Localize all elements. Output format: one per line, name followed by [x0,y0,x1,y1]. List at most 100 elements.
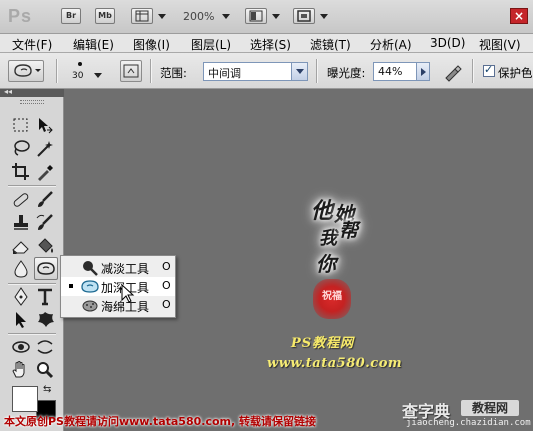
paint-bucket-tool[interactable] [34,235,56,256]
menu-image[interactable]: 图像(I) [133,36,170,53]
toolbox-separator [8,185,56,186]
menu-3d[interactable]: 3D(D) [430,36,465,50]
path-selection-tool[interactable] [10,309,32,330]
menu-filter[interactable]: 滤镜(T) [310,36,351,53]
flyout-item-sponge[interactable]: 海绵工具 O [61,296,175,315]
arrange-dropdown-icon[interactable] [272,14,280,19]
menu-bar: 文件(F) 编辑(E) 图像(I) 图层(L) 选择(S) 滤镜(T) 分析(A… [0,34,533,53]
history-brush-tool[interactable] [34,212,56,233]
protect-tones-checkbox[interactable] [483,63,495,77]
brush-preset-picker[interactable]: 30 [66,60,106,86]
burn-icon [37,262,55,275]
flyout-item-burn[interactable]: 加深工具 O [61,277,175,296]
toning-tools-flyout: 减淡工具 O 加深工具 O 海绵工具 O [60,255,176,318]
paint-bucket-icon [38,238,53,253]
eraser-tool[interactable] [10,235,32,256]
bridge-button[interactable]: Br [61,8,81,24]
exposure-slider-button[interactable] [416,62,430,81]
menu-edit[interactable]: 编辑(E) [73,36,114,53]
menu-file[interactable]: 文件(F) [12,36,52,53]
mouse-cursor-icon [121,284,135,303]
foreground-color-swatch[interactable] [12,386,38,412]
screen-mode-button[interactable] [293,8,315,24]
magic-wand-tool[interactable] [34,138,56,159]
view-extras-button[interactable] [131,8,153,24]
eyedropper-icon [38,165,53,181]
zoom-level[interactable]: 200% [183,10,214,23]
burn-tool-preset-icon [14,64,41,77]
stamp-icon [14,215,28,230]
options-separator [316,59,317,83]
arrange-documents-button[interactable] [245,8,267,24]
screen-mode-icon [297,10,311,22]
menu-layer[interactable]: 图层(L) [191,36,231,53]
range-select[interactable]: 中间调 [203,62,308,81]
mini-bridge-button[interactable]: Mb [95,8,115,24]
3d-rotate-tool[interactable] [10,336,32,357]
artwork-word-bang: 帮 [339,220,359,242]
toolbox-grip[interactable] [20,100,44,104]
swap-colors-icon[interactable]: ⇆ [43,384,51,395]
options-separator [150,59,151,83]
blur-tool[interactable] [10,258,32,279]
bandage-icon [13,193,29,207]
airbrush-icon [445,65,462,82]
site-watermark: 查字典 教程网 jiaocheng.chazidian.com [398,398,533,431]
exposure-input[interactable]: 44% [373,62,417,81]
photoshop-logo: Ps [8,6,33,26]
close-button[interactable]: × [510,8,528,24]
toolbox-separator [8,283,56,284]
artwork-word-ni: 你 [316,252,336,276]
shape-icon [38,312,54,327]
tool-preset-picker[interactable] [8,60,44,82]
zoom-tool[interactable] [34,359,56,380]
type-tool[interactable] [34,286,56,307]
red-seal-stamp: 祝福 [313,279,351,319]
eyedropper-tool[interactable] [34,161,56,182]
brush-panel-toggle[interactable] [120,60,142,82]
flyout-item-dodge[interactable]: 减淡工具 O [61,258,175,277]
brush-tip-icon [78,62,82,66]
brush-icon [38,191,53,207]
lasso-icon [14,140,30,156]
move-tool[interactable] [34,115,56,136]
flyout-item-shortcut: O [162,298,171,311]
history-brush-icon [36,214,53,230]
menu-view[interactable]: 视图(V) [479,36,521,53]
clone-stamp-tool[interactable] [10,212,32,233]
pen-tool[interactable] [10,286,32,307]
flyout-item-shortcut: O [162,279,171,292]
protect-tones-label: 保护色 [498,66,533,80]
view-extras-dropdown-icon[interactable] [158,14,166,19]
sponge-icon [82,300,98,312]
3d-rotate-icon [12,341,30,353]
toolbox-header[interactable]: ◂◂ [0,87,64,97]
zoom-dropdown-icon[interactable] [222,14,230,19]
marquee-tool[interactable] [10,115,32,136]
burn-icon [81,280,99,293]
blur-drop-icon [14,260,28,278]
custom-shape-tool[interactable] [34,309,56,330]
chevron-down-icon [291,63,307,80]
3d-orbit-tool[interactable] [34,336,56,357]
screen-mode-dropdown-icon[interactable] [320,14,328,19]
collapse-icon[interactable]: ◂◂ [4,87,12,96]
spot-healing-tool[interactable] [10,189,32,210]
brush-tool[interactable] [34,189,56,210]
options-separator [56,59,57,83]
site-url: www.tata580.com [267,356,403,371]
pen-icon [14,287,28,306]
crop-tool[interactable] [10,161,32,182]
hand-tool[interactable] [10,359,32,380]
eraser-icon [12,241,29,254]
exposure-label: 曝光度: [327,66,366,80]
lasso-tool[interactable] [10,138,32,159]
brush-size: 30 [72,71,84,81]
menu-analysis[interactable]: 分析(A) [370,36,412,53]
menu-select[interactable]: 选择(S) [250,36,291,53]
airbrush-button[interactable] [443,62,463,82]
burn-tool[interactable] [34,257,58,280]
arrange-icon [249,10,263,22]
watermark-url: jiaocheng.chazidian.com [406,418,531,428]
marquee-icon [13,118,28,132]
